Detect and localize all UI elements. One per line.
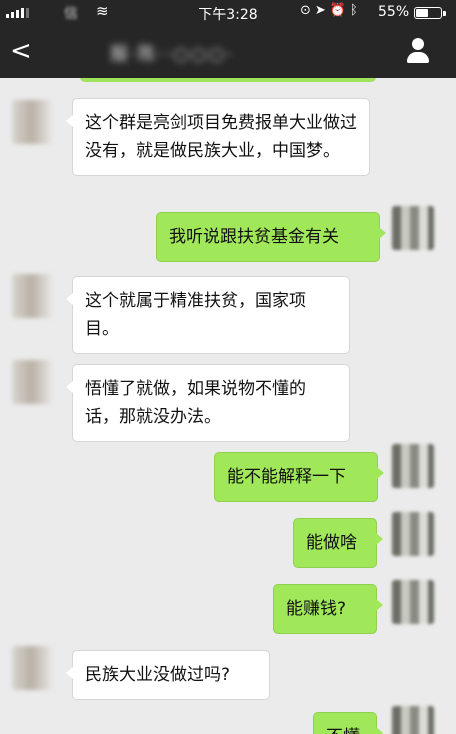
message-bubble-incoming[interactable]: 这个就属于精准扶贫，国家项目。 (66, 276, 350, 354)
message-bubble-incoming[interactable]: 这个群是亮剑项目免费报单大业做过没有，就是做民族大业，中国梦。 (66, 98, 370, 176)
screen-lock-icon: ⊙ (300, 3, 315, 18)
contact-avatar[interactable] (12, 646, 54, 690)
message-list[interactable]: 这个群是亮剑项目免费报单大业做过没有，就是做民族大业，中国梦。 我听说跟扶贫基金… (0, 78, 456, 734)
alarm-icon: ⏰ (329, 3, 350, 18)
message-bubble-outgoing[interactable]: 不懂 (313, 712, 383, 734)
bluetooth-icon: ᛒ (350, 3, 362, 18)
battery-icon (414, 7, 446, 19)
contact-avatar[interactable] (12, 360, 54, 404)
chat-title: 服·陈··○○○· (110, 44, 235, 65)
chat-header: < 服·陈··○○○· (0, 26, 456, 78)
my-avatar[interactable] (392, 444, 434, 488)
message-bubble-incoming[interactable]: 悟懂了就做，如果说物不懂的话，那就没办法。 (66, 364, 350, 442)
location-arrow-icon: ➤ (314, 3, 330, 18)
message-bubble-outgoing[interactable]: 能不能解释一下 (214, 452, 384, 502)
status-icons: ⊙➤⏰ᛒ (300, 3, 362, 18)
message-bubble-outgoing[interactable]: 我听说跟扶贫基金有关 (156, 212, 386, 262)
my-avatar[interactable] (392, 206, 434, 250)
contact-avatar[interactable] (12, 100, 54, 144)
status-bar: 信 ≋ 下午3:28 ⊙➤⏰ᛒ 55% (0, 0, 456, 26)
message-bubble-incoming[interactable]: 民族大业没做过吗? (66, 650, 270, 700)
back-button[interactable]: < (10, 36, 32, 66)
contact-avatar[interactable] (12, 274, 54, 318)
chat-info-person-icon[interactable] (404, 38, 432, 66)
previous-message-bubble[interactable] (80, 78, 376, 82)
my-avatar[interactable] (392, 706, 434, 734)
message-bubble-outgoing[interactable]: 能赚钱? (273, 584, 383, 634)
message-bubble-outgoing[interactable]: 能做啥 (293, 518, 383, 568)
my-avatar[interactable] (392, 512, 434, 556)
battery-fill (416, 9, 428, 17)
battery-percent: 55% (378, 4, 410, 20)
my-avatar[interactable] (392, 580, 434, 624)
